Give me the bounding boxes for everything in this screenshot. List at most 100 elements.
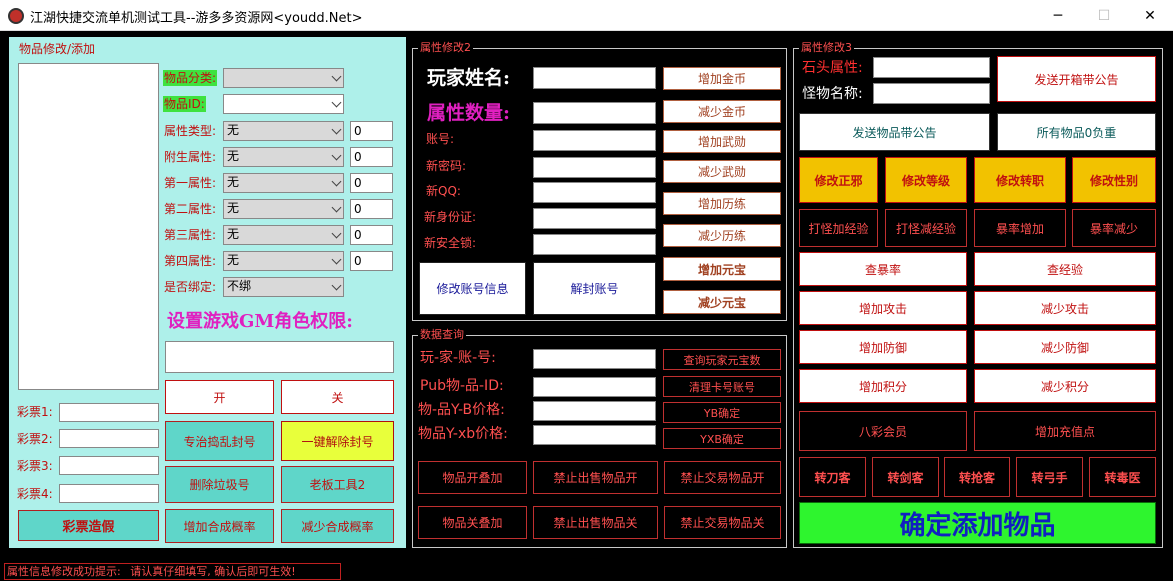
add-points-button[interactable]: 增加积分 (799, 369, 967, 403)
query-player-account-input[interactable] (533, 349, 656, 369)
drop-rate-increase-button[interactable]: 暴率增加 (974, 209, 1066, 247)
modify-gender-button[interactable]: 修改性别 (1072, 157, 1156, 203)
status-prefix: 属性信息修改成功提示: (7, 565, 121, 578)
first-attr-select[interactable]: 无 (223, 173, 344, 193)
attached-attr-select[interactable]: 无 (223, 147, 344, 167)
account-input[interactable] (533, 130, 656, 151)
gm-permission-heading: 设置游戏GM角色权限: (167, 311, 353, 332)
new-password-input[interactable] (533, 157, 656, 178)
add-synth-rate-button[interactable]: 增加合成概率 (165, 509, 274, 543)
class-doctor-button[interactable]: 转毒医 (1089, 457, 1156, 497)
modify-account-button[interactable]: 修改账号信息 (419, 262, 526, 315)
send-item-announce-button[interactable]: 发送物品带公告 (799, 113, 990, 151)
boss-tool-button[interactable]: 老板工具2 (281, 466, 394, 503)
add-experience-button[interactable]: 增加历练 (663, 192, 781, 215)
lottery-fake-button[interactable]: 彩票造假 (18, 510, 159, 541)
add-defense-button[interactable]: 增加防御 (799, 330, 967, 364)
modify-job-button[interactable]: 修改转职 (974, 157, 1066, 203)
category-select[interactable] (223, 68, 344, 88)
add-attack-button[interactable]: 增加攻击 (799, 291, 967, 325)
vip-member-button[interactable]: 八彩会员 (799, 411, 967, 451)
item-id-select[interactable] (223, 94, 344, 114)
reduce-attack-button[interactable]: 减少攻击 (974, 291, 1156, 325)
fourth-attr-num-input[interactable]: 0 (350, 251, 393, 271)
ban-sell-on-button[interactable]: 禁止出售物品开 (533, 461, 658, 494)
all-items-zero-weight-button[interactable]: 所有物品0负重 (997, 113, 1156, 151)
class-archer-button[interactable]: 转弓手 (1016, 457, 1083, 497)
add-yuanbao-button[interactable]: 增加元宝 (663, 257, 781, 281)
fix-ban-button[interactable]: 专治捣乱封号 (165, 421, 274, 461)
delete-junk-button[interactable]: 删除垃圾号 (165, 466, 274, 503)
fourth-attr-select[interactable]: 无 (223, 251, 344, 271)
stone-attr-input[interactable] (873, 57, 990, 78)
item-stack-off-button[interactable]: 物品关叠加 (418, 506, 527, 539)
minimize-button[interactable]: ─ (1035, 0, 1081, 31)
first-attr-value: 无 (227, 175, 240, 189)
reduce-yuanbao-button[interactable]: 减少元宝 (663, 290, 781, 314)
lottery-1-input[interactable] (59, 403, 159, 422)
new-safe-lock-label: 新安全锁: (424, 236, 477, 250)
class-sword-button[interactable]: 转剑客 (872, 457, 939, 497)
bind-select[interactable]: 不绑 (223, 277, 344, 297)
query-yuanbao-button[interactable]: 查询玩家元宝数 (663, 349, 781, 370)
query-pub-item-id-input[interactable] (533, 377, 656, 397)
item-yxb-price-label: 物品Y-xb价格: (418, 426, 508, 442)
item-list-box[interactable] (18, 63, 159, 390)
attached-attr-num-input[interactable]: 0 (350, 147, 393, 167)
new-qq-input[interactable] (533, 182, 656, 203)
ban-trade-off-button[interactable]: 禁止交易物品关 (664, 506, 781, 539)
clean-card-account-button[interactable]: 清理卡号账号 (663, 376, 781, 397)
second-attr-num-input[interactable]: 0 (350, 199, 393, 219)
modify-level-button[interactable]: 修改等级 (885, 157, 967, 203)
unban-all-button[interactable]: 一键解除封号 (281, 421, 394, 461)
ban-sell-off-button[interactable]: 禁止出售物品关 (533, 506, 658, 539)
item-yb-price-input[interactable] (533, 401, 656, 421)
attr-type-num-input[interactable]: 0 (350, 121, 393, 141)
unban-account-button[interactable]: 解封账号 (533, 262, 656, 315)
reduce-points-button[interactable]: 减少积分 (974, 369, 1156, 403)
add-recharge-points-button[interactable]: 增加充值点 (974, 411, 1156, 451)
maximize-button[interactable]: ☐ (1081, 0, 1127, 31)
monster-name-input[interactable] (873, 83, 990, 104)
add-gold-button[interactable]: 增加金币 (663, 67, 781, 90)
attr-type-select[interactable]: 无 (223, 121, 344, 141)
gm-off-button[interactable]: 关 (281, 380, 394, 414)
yxb-confirm-button[interactable]: YXB确定 (663, 428, 781, 449)
new-id-card-input[interactable] (533, 208, 656, 229)
confirm-add-item-button[interactable]: 确定添加物品 (799, 502, 1156, 544)
check-exp-button[interactable]: 查经验 (974, 252, 1156, 286)
ban-trade-on-button[interactable]: 禁止交易物品开 (664, 461, 781, 494)
new-safe-lock-input[interactable] (533, 234, 656, 255)
item-yxb-price-input[interactable] (533, 425, 656, 445)
send-box-announce-button[interactable]: 发送开箱带公告 (997, 56, 1156, 102)
attr-type-label: 属性类型: (164, 124, 217, 138)
player-name-input[interactable] (533, 67, 656, 89)
lottery-4-input[interactable] (59, 484, 159, 503)
kill-add-exp-button[interactable]: 打怪加经验 (799, 209, 878, 247)
second-attr-select[interactable]: 无 (223, 199, 344, 219)
third-attr-value: 无 (227, 227, 240, 241)
item-stack-on-button[interactable]: 物品开叠加 (418, 461, 527, 494)
gm-permission-input[interactable] (165, 341, 394, 373)
kill-reduce-exp-button[interactable]: 打怪减经验 (885, 209, 967, 247)
add-merit-button[interactable]: 增加武勋 (663, 130, 781, 153)
lottery-3-input[interactable] (59, 456, 159, 475)
reduce-experience-button[interactable]: 减少历练 (663, 224, 781, 247)
class-blade-button[interactable]: 转刀客 (799, 457, 866, 497)
check-drop-rate-button[interactable]: 查暴率 (799, 252, 967, 286)
third-attr-num-input[interactable]: 0 (350, 225, 393, 245)
reduce-synth-rate-button[interactable]: 减少合成概率 (281, 509, 394, 543)
third-attr-select[interactable]: 无 (223, 225, 344, 245)
drop-rate-decrease-button[interactable]: 暴率减少 (1072, 209, 1156, 247)
first-attr-num-input[interactable]: 0 (350, 173, 393, 193)
reduce-gold-button[interactable]: 减少金币 (663, 100, 781, 123)
reduce-merit-button[interactable]: 减少武勋 (663, 160, 781, 183)
reduce-defense-button[interactable]: 减少防御 (974, 330, 1156, 364)
class-spear-button[interactable]: 转抢客 (944, 457, 1010, 497)
modify-alignment-button[interactable]: 修改正邪 (799, 157, 878, 203)
close-button[interactable]: ✕ (1127, 0, 1173, 31)
attr-count-input[interactable] (533, 102, 656, 124)
lottery-2-input[interactable] (59, 429, 159, 448)
yb-confirm-button[interactable]: YB确定 (663, 402, 781, 423)
gm-on-button[interactable]: 开 (165, 380, 274, 414)
